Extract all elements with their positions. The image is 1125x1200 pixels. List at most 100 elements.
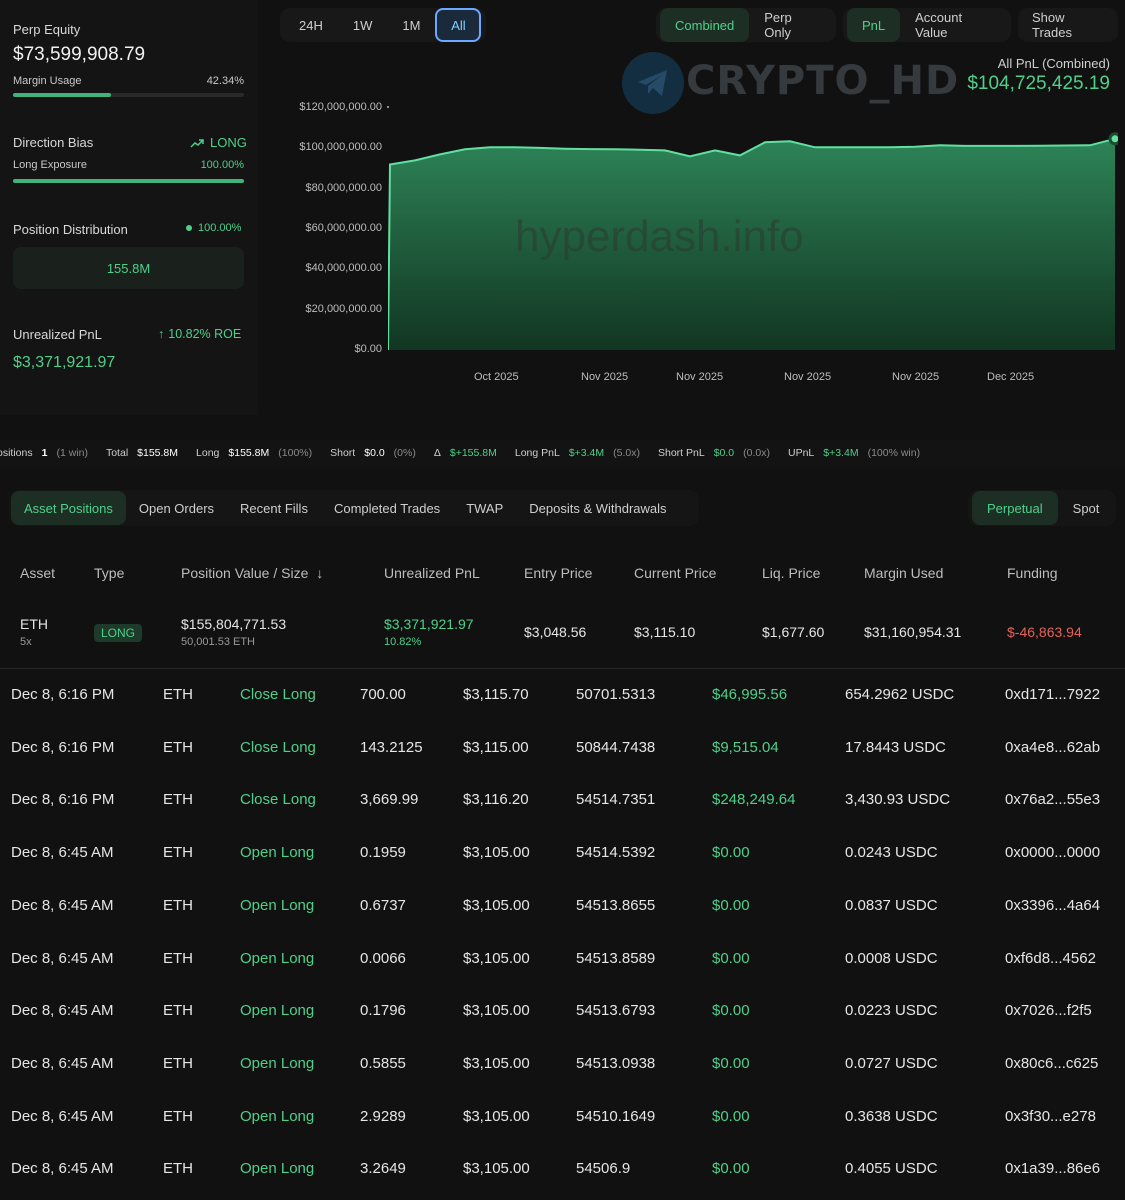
show-trades-button[interactable]: Show Trades: [1022, 8, 1114, 42]
chart-total-value: $104,725,425.19: [967, 73, 1110, 94]
summary-long-pnl-value: $+3.4M: [568, 447, 605, 459]
trade-hash[interactable]: 0xa4e8...62ab: [1005, 739, 1100, 756]
unrealized-pnl-value: $3,371,921.97: [13, 354, 116, 371]
long-exposure-label: Long Exposure: [13, 159, 87, 171]
tab-recent-fills[interactable]: Recent Fills: [227, 491, 321, 525]
trade-hash[interactable]: 0x3396...4a64: [1005, 897, 1100, 914]
summary-long-pnl-label: Long PnL: [514, 447, 560, 459]
trade-pnl: $0.00: [712, 844, 750, 862]
trade-row[interactable]: Dec 8, 6:16 PM ETH Close Long 143.2125 $3,11…: [0, 733, 1125, 786]
trade-hash[interactable]: 0x0000...0000: [1005, 844, 1100, 861]
direction-bias-label: Direction Bias: [13, 135, 94, 150]
col-liq-price[interactable]: Liq. Price: [762, 565, 820, 581]
trade-fee: 0.4055 USDC: [845, 1160, 938, 1178]
y-tick-label: $20,000,000.00: [305, 302, 382, 315]
trade-hash[interactable]: 0xd171...7922: [1005, 686, 1100, 703]
roe-indicator: ↑ 10.82% ROE: [158, 327, 241, 341]
trade-size: 0.6737: [360, 896, 406, 914]
col-margin-used[interactable]: Margin Used: [864, 565, 943, 581]
trade-row[interactable]: Dec 8, 6:45 AM ETH Open Long 0.1959 $3,105.0…: [0, 838, 1125, 891]
position-unrealized-pct: 10.82%: [384, 636, 422, 648]
trade-hash[interactable]: 0x7026...f2f5: [1005, 1002, 1092, 1019]
summary-upnl-win: (100% win): [867, 447, 921, 459]
trade-coin: ETH: [163, 738, 193, 756]
position-size: 50,001.53 ETH: [181, 636, 255, 648]
trade-size: 0.5855: [360, 1054, 406, 1072]
sort-down-icon: ↓: [316, 565, 324, 581]
trade-pnl: $0.00: [712, 896, 750, 914]
trade-direction: Close Long: [240, 738, 316, 756]
range-1m-button[interactable]: 1M: [387, 8, 435, 42]
trade-fee: 654.2962 USDC: [845, 686, 955, 703]
summary-short-value: $0.0: [364, 447, 385, 459]
x-tick-label: Nov 2025: [784, 371, 832, 383]
long-exposure-bar-fill: [13, 179, 244, 183]
trending-up-icon: [190, 138, 204, 148]
summary-delta: Δ $+155.8M: [434, 447, 501, 459]
trade-pnl: $0.00: [712, 1107, 750, 1125]
trade-row[interactable]: Dec 8, 6:16 PM ETH Close Long 700.00 $3,115.…: [0, 680, 1125, 733]
trade-hash[interactable]: 0x80c6...c625: [1005, 1055, 1098, 1072]
col-entry-price[interactable]: Entry Price: [524, 565, 592, 581]
range-1w-button[interactable]: 1W: [338, 8, 388, 42]
trade-row[interactable]: Dec 8, 6:45 AM ETH Open Long 0.1796 $3,105.0…: [0, 996, 1125, 1049]
trade-fee: 0.0243 USDC: [845, 844, 938, 862]
perp-only-mode-button[interactable]: Perp Only: [749, 8, 832, 42]
position-unrealized-pnl: $3,371,921.97: [384, 616, 474, 632]
range-all-button[interactable]: All: [435, 8, 482, 42]
trade-row[interactable]: Dec 8, 6:45 AM ETH Open Long 0.5855 $3,105.0…: [0, 1049, 1125, 1102]
trade-time: Dec 8, 6:16 PM: [11, 791, 115, 809]
pnl-metric-button[interactable]: PnL: [847, 8, 901, 42]
trade-price: $3,105.00: [463, 949, 530, 967]
account-value-metric-button[interactable]: Account Value: [900, 8, 1007, 42]
roe-value: 10.82% ROE: [168, 327, 242, 341]
trade-row[interactable]: Dec 8, 6:45 AM ETH Open Long 0.0066 $3,105.0…: [0, 944, 1125, 997]
account-stats-panel: Perp Equity $73,599,908.79 Margin Usage …: [0, 0, 258, 415]
tab-asset-positions[interactable]: Asset Positions: [11, 491, 126, 525]
combined-mode-button[interactable]: Combined: [660, 8, 750, 42]
tab-open-orders[interactable]: Open Orders: [126, 491, 227, 525]
tab-spot[interactable]: Spot: [1058, 491, 1115, 525]
table-divider: [0, 668, 1125, 669]
tab-perpetual[interactable]: Perpetual: [972, 491, 1058, 525]
trade-direction: Open Long: [240, 844, 315, 862]
col-asset[interactable]: Asset: [20, 565, 55, 581]
trade-hash[interactable]: 0xf6d8...4562: [1005, 950, 1096, 967]
pnl-latest-point[interactable]: [1108, 132, 1118, 146]
trade-row[interactable]: Dec 8, 6:45 AM ETH Open Long 2.9289 $3,105.0…: [0, 1102, 1125, 1155]
trade-coin: ETH: [163, 686, 193, 703]
col-unrealized-pnl[interactable]: Unrealized PnL: [384, 565, 480, 581]
position-current-price: $3,115.10: [634, 624, 696, 640]
trade-value: 54514.7351: [576, 791, 656, 809]
y-tick-label: $40,000,000.00: [305, 262, 382, 275]
trade-time: Dec 8, 6:16 PM: [11, 686, 115, 703]
summary-upnl-value: $+3.4M: [823, 447, 859, 459]
trade-fee: 0.3638 USDC: [845, 1107, 938, 1125]
tab-deposits-withdrawals[interactable]: Deposits & Withdrawals: [516, 491, 679, 525]
trade-hash[interactable]: 0x3f30...e278: [1005, 1108, 1096, 1125]
trade-row[interactable]: Dec 8, 6:45 AM ETH Open Long 0.6737 $3,105.0…: [0, 891, 1125, 944]
trade-row[interactable]: Dec 8, 6:45 AM ETH Open Long 3.2649 $3,105.0…: [0, 1154, 1125, 1200]
tab-twap[interactable]: TWAP: [453, 491, 516, 525]
col-position-value[interactable]: Position Value / Size ↓: [181, 565, 323, 581]
position-distribution-bar[interactable]: 155.8M: [13, 247, 244, 289]
trade-row[interactable]: Dec 8, 6:16 PM ETH Close Long 3,669.99 $3,11…: [0, 785, 1125, 838]
col-type[interactable]: Type: [94, 565, 124, 581]
trade-pnl: $0.00: [712, 1054, 750, 1072]
col-current-price[interactable]: Current Price: [634, 565, 716, 581]
trade-pnl: $248,249.64: [712, 791, 796, 809]
trade-price: $3,105.00: [463, 1160, 530, 1178]
trade-value: 54514.5392: [576, 844, 656, 862]
position-asset: ETH: [20, 616, 48, 632]
trade-hash[interactable]: 0x1a39...86e6: [1005, 1160, 1100, 1177]
summary-upnl: UPnL $+3.4M (100% win): [788, 447, 924, 459]
range-24h-button[interactable]: 24H: [284, 8, 338, 42]
summary-delta-label: Δ: [433, 447, 441, 459]
trade-coin: ETH: [163, 896, 193, 914]
tab-completed-trades[interactable]: Completed Trades: [321, 491, 453, 525]
position-leverage: 5x: [20, 636, 32, 648]
trade-hash[interactable]: 0x76a2...55e3: [1005, 791, 1100, 808]
trade-value: 50701.5313: [576, 686, 656, 703]
col-funding[interactable]: Funding: [1007, 565, 1058, 581]
col-position-value-label: Position Value / Size: [181, 565, 309, 581]
